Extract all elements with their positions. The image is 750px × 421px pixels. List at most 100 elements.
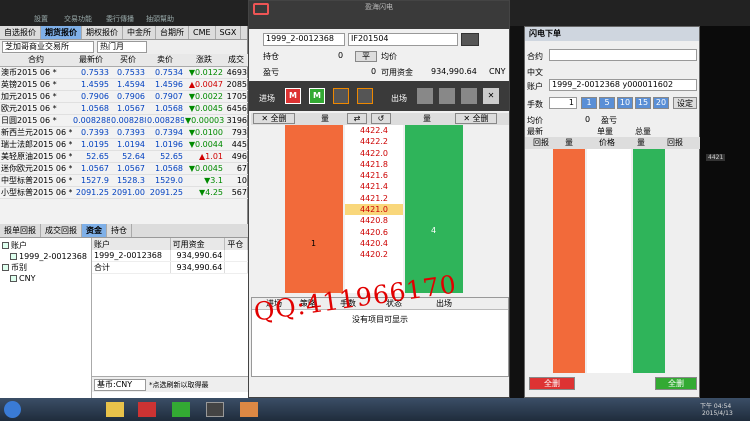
checkbox-icon[interactable] — [2, 264, 9, 271]
tab-futures[interactable]: 期货报价 — [41, 26, 82, 39]
price-level[interactable]: 4422.0 — [345, 148, 403, 159]
exchange-select[interactable]: 芝加哥商业交易所 — [2, 41, 94, 53]
month-select[interactable]: 热门月 — [97, 41, 147, 53]
contract-select[interactable] — [549, 49, 697, 61]
start-icon[interactable] — [4, 401, 21, 418]
price-level[interactable]: 4420.2 — [345, 249, 403, 260]
exit-icon-3[interactable] — [461, 88, 477, 104]
flatten-button[interactable]: 平 — [355, 51, 377, 62]
wave-entry-icon[interactable] — [357, 88, 373, 104]
qty-input[interactable]: 1 — [549, 97, 577, 109]
menu-item[interactable]: 委行傳播 — [106, 14, 134, 24]
buy-column[interactable] — [285, 125, 343, 293]
price-level[interactable]: 4422.4 — [345, 125, 403, 136]
price-level[interactable]: 4421.8 — [345, 159, 403, 170]
app-icon[interactable] — [172, 402, 190, 417]
table-row[interactable]: 中型标普2015 06 * 1527.9 1528.3 1529.0 ▼3.1 10 — [0, 174, 248, 187]
table-row[interactable]: 日圆2015 06 * 0.008288 0.008288 0.008289 ▼0.00… — [0, 114, 248, 127]
tools-icon[interactable]: ✕ — [483, 88, 499, 104]
col-header[interactable]: 卖价 — [146, 54, 184, 67]
tab-trade-report[interactable]: 成交回报 — [41, 224, 82, 237]
price-level[interactable]: 4420.4 — [345, 238, 403, 249]
table-cell: ▼0.0045 — [184, 102, 224, 115]
tab-sgx[interactable]: SGX — [216, 26, 242, 39]
tab-funds[interactable]: 资金 — [82, 224, 107, 237]
qty-preset-button[interactable]: 20 — [653, 97, 669, 109]
col-header[interactable]: 成交 — [224, 54, 248, 67]
tree-node[interactable]: 1999_2-0012368 — [2, 251, 89, 262]
price-level[interactable]: 4421.0 — [345, 204, 403, 216]
market-entry-icon[interactable]: M — [285, 88, 301, 104]
price-level[interactable]: 4420.6 — [345, 227, 403, 238]
contract-label: 合约 — [527, 52, 543, 61]
price-level[interactable]: 4421.4 — [345, 181, 403, 192]
col-header[interactable]: 合约 — [0, 54, 72, 67]
qty-preset-button[interactable]: 1 — [581, 97, 597, 109]
tree-node[interactable]: 账户 — [2, 240, 89, 251]
delete-all-sell-button[interactable]: ✕ 全删 — [455, 113, 497, 124]
checkbox-icon[interactable] — [2, 242, 9, 249]
table-row[interactable]: 合计 934,990.64 — [92, 261, 248, 274]
menu-item[interactable]: 抽頭幫助 — [146, 14, 174, 24]
table-row[interactable]: 新西兰元2015 06 * 0.7393 0.7393 0.7394 ▼0.0100 79… — [0, 126, 248, 139]
table-row[interactable]: 英镑2015 06 * 1.4595 1.4594 1.4596 ▲0.0047 2085 — [0, 78, 248, 91]
app-icon[interactable] — [240, 402, 258, 417]
col-header[interactable]: 涨跌 — [184, 54, 224, 67]
app-icon[interactable] — [138, 402, 156, 417]
col-header[interactable]: 买价 — [110, 54, 146, 67]
col-header[interactable]: 最新价 — [72, 54, 110, 67]
entry-label: 进场 — [259, 94, 275, 103]
tree-node[interactable]: 币别 — [2, 262, 89, 273]
tab-options[interactable]: 期权报价 — [82, 26, 123, 39]
buy-column[interactable] — [553, 149, 585, 373]
menu-item[interactable]: 設置 — [34, 14, 48, 24]
table-row[interactable]: 1999_2-0012368 934,990.64 — [92, 250, 248, 262]
chart-entry-icon[interactable] — [333, 88, 349, 104]
delete-all-sell-button[interactable]: 全删 — [655, 377, 697, 390]
center-icon[interactable]: ↺ — [371, 113, 391, 124]
account-select[interactable]: 1999_2-0012368 — [263, 33, 345, 46]
tab-cme[interactable]: CME — [189, 26, 216, 39]
tab-cffex[interactable]: 中金所 — [123, 26, 156, 39]
table-row[interactable]: 加元2015 06 * 0.7906 0.7906 0.7907 ▼0.0022 1705 — [0, 90, 248, 103]
swap-icon[interactable]: ⇄ — [347, 113, 367, 124]
base-currency-select[interactable]: 基币:CNY — [94, 378, 146, 391]
table-row[interactable]: 小型标普2015 06 * 2091.25 2091.00 2091.25 ▼4.25 5… — [0, 186, 248, 199]
table-cell: 1.0568 — [146, 102, 184, 115]
buy-qty-value: 1 — [311, 239, 317, 248]
tree-node[interactable]: CNY — [2, 273, 89, 284]
price-level[interactable]: 4420.8 — [345, 215, 403, 226]
account-select[interactable]: 1999_2-0012368 y000011602 — [549, 79, 697, 91]
qty-preset-button[interactable]: 5 — [599, 97, 615, 109]
tab-order-report[interactable]: 报单回报 — [0, 224, 41, 237]
table-row[interactable]: 欧元2015 06 * 1.0568 1.0567 1.0568 ▼0.0045 6456 — [0, 102, 248, 115]
checkbox-icon[interactable] — [10, 275, 17, 282]
contract-input[interactable]: IF201504 — [348, 33, 458, 46]
market-entry-green-icon[interactable]: M — [309, 88, 325, 104]
price-level[interactable]: 4421.6 — [345, 170, 403, 181]
table-row[interactable]: 澳币2015 06 * 0.7533 0.7533 0.7534 ▼0.0122 4693 — [0, 66, 248, 79]
price-level[interactable]: 4422.2 — [345, 136, 403, 147]
exit-icon-1[interactable] — [417, 88, 433, 104]
table-row[interactable]: 迷你欧元2015 06 * 1.0567 1.0567 1.0568 ▼0.0045 67 — [0, 162, 248, 175]
sell-column[interactable] — [633, 149, 665, 373]
app-icon[interactable] — [206, 402, 224, 417]
delete-all-buy-button[interactable]: ✕ 全删 — [253, 113, 295, 124]
set-button[interactable]: 设定 — [673, 97, 697, 109]
folder-icon[interactable] — [106, 402, 124, 417]
delete-all-buy-button[interactable]: 全删 — [529, 377, 575, 390]
sell-column[interactable] — [405, 125, 463, 293]
qty-preset-button[interactable]: 15 — [635, 97, 651, 109]
color-swatch[interactable] — [461, 33, 479, 46]
tab-watchlist[interactable]: 自选报价 — [0, 26, 41, 39]
table-row[interactable]: 美轻原油2015 06 * 52.65 52.64 52.65 ▲1.01 496 — [0, 150, 248, 163]
table-row[interactable]: 瑞士法郎2015 06 * 1.0195 1.0194 1.0196 ▼0.0044 44… — [0, 138, 248, 151]
tab-positions[interactable]: 持仓 — [107, 224, 132, 237]
menu-item[interactable]: 交易功能 — [64, 14, 92, 24]
tab-taifex[interactable]: 台期所 — [156, 26, 189, 39]
qty-preset-button[interactable]: 10 — [617, 97, 633, 109]
exit-icon-2[interactable] — [439, 88, 455, 104]
table-cell: 小型标普2015 06 * — [0, 186, 72, 199]
price-level[interactable]: 4421.2 — [345, 193, 403, 204]
checkbox-icon[interactable] — [10, 253, 17, 260]
